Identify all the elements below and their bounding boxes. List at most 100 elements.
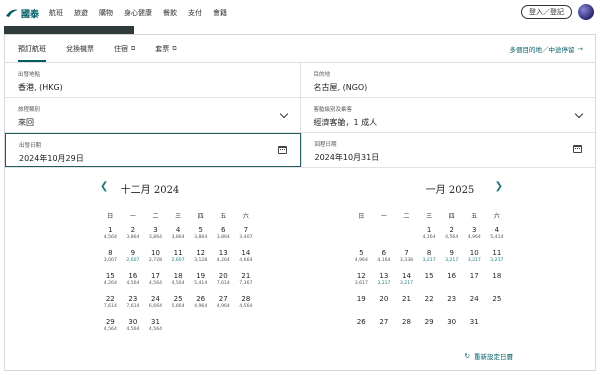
calendar-day[interactable]: 25	[486, 292, 509, 315]
nav-item-flights[interactable]: 航班	[49, 8, 63, 18]
date-row: 出發日期 2024年10月29日 回程日期 2024年10月31日	[5, 133, 595, 168]
calendar-day[interactable]: 8 3,217	[418, 246, 441, 269]
calendar-day[interactable]: 26 4,964	[189, 292, 212, 315]
calendar-day[interactable]: 17 4,564	[144, 269, 167, 292]
calendar-day[interactable]: 30	[440, 315, 463, 338]
reset-calendar-button[interactable]: ↻ 重新設定日曆	[465, 351, 513, 361]
nav-item-payment[interactable]: 支付	[188, 8, 202, 18]
trip-type-select[interactable]: 旅程類別 來回	[5, 98, 300, 132]
calendar-day[interactable]: 5 3,864	[189, 223, 212, 246]
nav-item-travel[interactable]: 旅遊	[74, 8, 88, 18]
calendar-day[interactable]: 23 7,614	[122, 292, 145, 315]
nav-item-dining[interactable]: 餐飲	[163, 8, 177, 18]
calendar-day[interactable]: 3 3,864	[144, 223, 167, 246]
weekday-header: 一	[129, 212, 136, 220]
return-date-field[interactable]: 回程日期 2024年10月31日	[300, 133, 596, 167]
login-button[interactable]: 登入／登記	[521, 5, 572, 19]
calendar-day[interactable]: 10 2,728	[144, 246, 167, 269]
calendar-day[interactable]: 15 4,264	[99, 269, 122, 292]
calendar-day[interactable]: 21 7,367	[235, 269, 258, 292]
calendar-day[interactable]: 21	[395, 292, 418, 315]
calendar-day[interactable]: 30 4,564	[122, 315, 145, 338]
calendar-grid: 日一二三四五六 1 4,564 2 3,864 3 3,864 4 3,864 5 3,864 6 3,…	[5, 201, 295, 338]
calendar-day[interactable]: 25 5,664	[167, 292, 190, 315]
calendar-day[interactable]: 24 6,664	[144, 292, 167, 315]
calendar-day[interactable]: 18	[486, 269, 509, 292]
calendar-day[interactable]: 6 4,164	[373, 246, 396, 269]
calendar-day[interactable]: 7 3,407	[235, 223, 258, 246]
calendar-day[interactable]: 29	[418, 315, 441, 338]
month-header: ❮ 十二月 2024	[5, 175, 295, 201]
calendar-day[interactable]: 9 2,607	[122, 246, 145, 269]
calendar-day[interactable]: 6 3,864	[212, 223, 235, 246]
calendar-day[interactable]: 31 4,564	[144, 315, 167, 338]
calendar-day[interactable]: 1 4,164	[418, 223, 441, 246]
calendar-day[interactable]: 4 5,414	[486, 223, 509, 246]
multi-city-link[interactable]: 多個目的地／中途停留 →	[510, 44, 583, 54]
calendar-day[interactable]: 16	[440, 269, 463, 292]
calendar-day[interactable]: 13 3,217	[373, 269, 396, 292]
day-number: 18	[492, 272, 502, 280]
day-number: 25	[173, 295, 183, 303]
chevron-right-icon[interactable]: ❯	[495, 181, 503, 192]
calendar-day[interactable]: 2 3,864	[122, 223, 145, 246]
calendar-day[interactable]: 1 4,564	[99, 223, 122, 246]
day-number: 13	[379, 272, 389, 280]
calendar-day[interactable]: 17	[463, 269, 486, 292]
calendar-day[interactable]: 22 7,614	[99, 292, 122, 315]
tab-packages[interactable]: 套票 ⧉	[155, 44, 176, 62]
nav-item-membership[interactable]: 會籍	[213, 8, 227, 18]
tab-redeem-flights[interactable]: 兌換機票	[66, 44, 94, 62]
calendar-day[interactable]: 12 3,617	[350, 269, 373, 292]
nav-item-shopping[interactable]: 購物	[99, 8, 113, 18]
calendar-day[interactable]: 19 5,414	[189, 269, 212, 292]
calendar-day[interactable]: 26	[350, 315, 373, 338]
origin-field[interactable]: 出發地點 香港, (HKG)	[5, 63, 300, 97]
calendar-day[interactable]: 28	[395, 315, 418, 338]
calendar-day[interactable]: 29 4,564	[99, 315, 122, 338]
calendar-day[interactable]: 11 2,607	[167, 246, 190, 269]
calendar-day[interactable]: 27	[373, 315, 396, 338]
departure-date-field[interactable]: 出發日期 2024年10月29日	[5, 133, 301, 167]
tab-hotels[interactable]: 住宿 ⧉	[114, 44, 135, 62]
month-title: 十二月 2024	[120, 184, 180, 196]
calendar-day[interactable]: 14 3,217	[395, 269, 418, 292]
calendar-day[interactable]: 24	[463, 292, 486, 315]
calendar-day[interactable]: 12 3,128	[189, 246, 212, 269]
cabin-passenger-select[interactable]: 客艙級別及乘客 經濟客艙，1 成人	[299, 98, 596, 132]
calendar-day[interactable]: 11 3,217	[486, 246, 509, 269]
calendar-day[interactable]: 13 4,264	[212, 246, 235, 269]
brand-logo[interactable]: 國泰	[6, 7, 39, 20]
day-price: 5,414	[490, 235, 504, 240]
calendar-day[interactable]: 14 4,664	[235, 246, 258, 269]
calendar-day[interactable]: 19	[350, 292, 373, 315]
calendar-day[interactable]: 20 7,614	[212, 269, 235, 292]
day-number: 21	[402, 295, 411, 303]
day-number: 20	[379, 295, 389, 303]
chevron-left-icon[interactable]: ❮	[100, 181, 108, 192]
calendar-day[interactable]: 15	[418, 269, 441, 292]
tab-book-flights[interactable]: 預訂航班	[18, 44, 46, 62]
calendar-day[interactable]: 22	[418, 292, 441, 315]
calendar-day[interactable]: 7 3,338	[395, 246, 418, 269]
calendar-day[interactable]: 27 4,964	[212, 292, 235, 315]
calendar-day[interactable]: 28 4,564	[235, 292, 258, 315]
calendar-day[interactable]: 5 4,964	[350, 246, 373, 269]
calendar-day[interactable]: 4 3,864	[167, 223, 190, 246]
calendar-day[interactable]: 9 3,217	[440, 246, 463, 269]
calendar-day[interactable]: 8 3,007	[99, 246, 122, 269]
calendar-day[interactable]: 3 4,964	[463, 223, 486, 246]
calendar-day[interactable]: 23	[440, 292, 463, 315]
day-number: 10	[151, 249, 160, 257]
calendar-day[interactable]: 2 4,564	[440, 223, 463, 246]
calendar-day[interactable]: 31	[463, 315, 486, 338]
day-number: 29	[105, 318, 115, 326]
calendar-day[interactable]: 18 4,564	[167, 269, 190, 292]
main-nav: 航班 旅遊 購物 身心健康 餐飲 支付 會籍	[49, 8, 227, 18]
destination-field[interactable]: 目的地 名古屋, (NGO)	[299, 63, 596, 97]
calendar-day[interactable]: 16 4,564	[122, 269, 145, 292]
user-avatar[interactable]	[578, 4, 594, 20]
calendar-day[interactable]: 10 3,217	[463, 246, 486, 269]
nav-item-wellness[interactable]: 身心健康	[124, 8, 152, 18]
calendar-day[interactable]: 20	[373, 292, 396, 315]
